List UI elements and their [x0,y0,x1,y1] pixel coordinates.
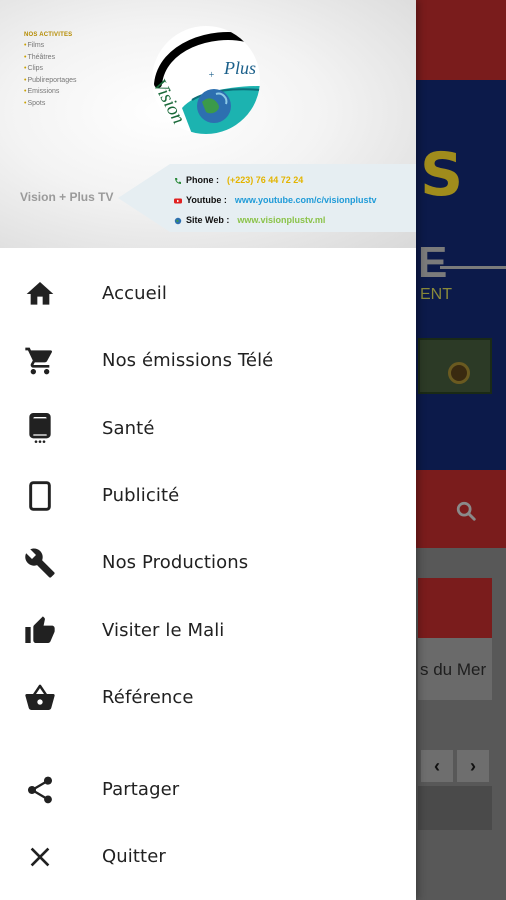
activity-item: •Clips [24,65,44,72]
menu-item-label: Visiter le Mali [102,620,225,641]
menu-item-reference[interactable]: Référence [0,665,416,731]
thumb-up-icon [24,615,56,647]
drawer-header: NOS ACTIVITES •Films •Théâtres •Clips •P… [0,0,416,248]
menu-item-label: Nos Productions [102,552,249,573]
menu-item-label: Partager [102,779,180,800]
menu-item-label: Référence [102,687,194,708]
activities-title: NOS ACTIVITES [24,32,73,38]
phone-icon [174,177,182,185]
menu-item-quitter[interactable]: Quitter [0,824,416,890]
menu-item-sante[interactable]: Santé [0,396,416,462]
content-card-header [418,578,492,638]
menu-item-productions[interactable]: Nos Productions [0,530,416,596]
menu-item-visiter-mali[interactable]: Visiter le Mali [0,598,416,664]
activity-item: •Publireportages [24,76,77,84]
activity-item: •Emissions [24,88,60,95]
banner-subtext: ENT [420,286,452,303]
banner-letter: S [420,140,464,210]
menu-item-label: Publicité [102,485,180,506]
basket-icon [24,682,56,714]
youtube-icon [174,197,182,205]
mobile-phone-icon [24,413,56,445]
activity-item: •Films [24,42,45,49]
menu-item-emissions[interactable]: Nos émissions Télé [0,328,416,394]
carousel-prev-button[interactable]: ‹ [421,750,453,782]
menu-item-label: Quitter [102,846,166,867]
share-icon [24,774,56,806]
contact-website: Site Web : www.visionplustv.ml [174,215,325,225]
close-icon [24,841,56,873]
menu-item-label: Accueil [102,283,167,304]
banner-thumbnail [418,338,492,394]
activities-list: NOS ACTIVITES •Films •Théâtres •Clips •P… [24,32,76,109]
content-strip [418,786,492,830]
menu-item-publicite[interactable]: Publicité [0,463,416,529]
wrench-icon [24,547,56,579]
menu-item-accueil[interactable]: Accueil [0,261,416,327]
home-icon [24,278,56,310]
activity-item: •Théâtres [24,53,56,61]
cart-icon [24,345,56,377]
tablet-icon [24,480,56,512]
search-icon[interactable] [455,500,477,522]
logo-text: Plus [224,58,257,78]
globe-icon [174,217,182,225]
brand-name: Vision + Plus TV [20,190,114,204]
logo-text: + [208,70,215,81]
menu-item-label: Nos émissions Télé [102,350,274,371]
carousel-next-button[interactable]: › [457,750,489,782]
contact-youtube: Youtube : www.youtube.com/c/visionplustv [174,195,377,205]
navigation-drawer: NOS ACTIVITES •Films •Théâtres •Clips •P… [0,0,416,900]
activity-item: •Spots [24,99,46,107]
contact-phone: Phone : (+223) 76 44 72 24 [174,175,303,185]
menu-item-partager[interactable]: Partager [0,757,416,823]
contact-pointer [118,164,170,232]
banner-divider [440,266,506,269]
content-card-text: s du Mer [420,660,487,679]
menu-item-label: Santé [102,418,155,439]
banner-letter: E [418,238,450,287]
